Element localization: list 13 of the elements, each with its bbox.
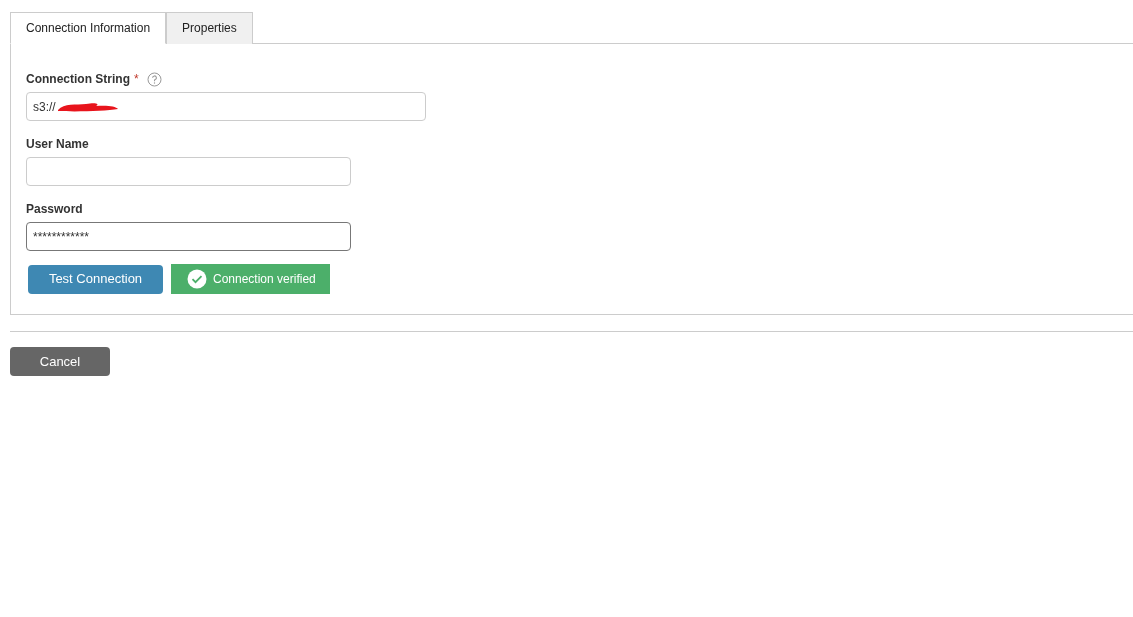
input-field[interactable]: ************ xyxy=(26,222,351,251)
input-field[interactable]: s3:// xyxy=(26,92,426,121)
tab[interactable]: Properties xyxy=(166,12,253,44)
test-connection-button[interactable]: Test Connection xyxy=(28,264,163,294)
field-label: Connection String xyxy=(26,71,130,88)
tab[interactable]: Connection Information xyxy=(10,12,167,44)
status-text: Connection verified xyxy=(213,271,316,288)
field-label: Password xyxy=(26,201,83,218)
help-icon[interactable] xyxy=(146,71,162,87)
input-field[interactable] xyxy=(26,157,351,186)
field-label: User Name xyxy=(26,136,89,153)
cancel-button[interactable]: Cancel xyxy=(10,347,110,376)
required-mark: * xyxy=(134,71,139,88)
